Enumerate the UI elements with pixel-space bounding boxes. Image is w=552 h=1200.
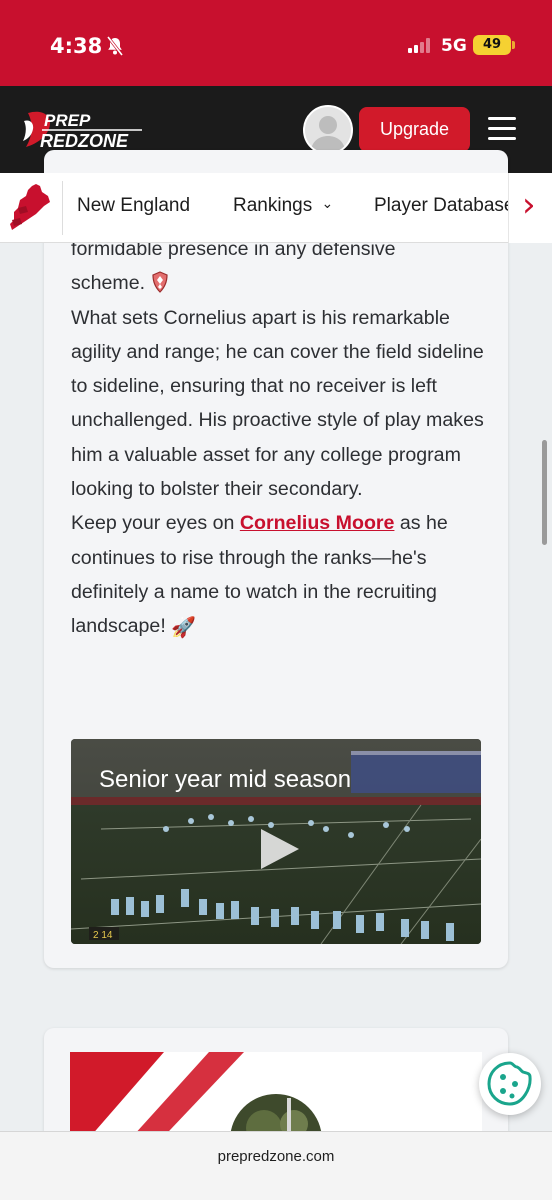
status-bar: 4:38 5G 49 [0, 0, 552, 86]
nav-item-rankings[interactable]: Rankings ⌄ [233, 195, 333, 217]
logo-text-redzone: REDZONE [40, 131, 129, 151]
rocket-emoji-icon: 🚀 [171, 615, 197, 640]
subnav-scroller: New England Rankings ⌄ Player Database [62, 173, 508, 243]
cookie-settings-button[interactable] [479, 1053, 541, 1115]
hamburger-menu-icon[interactable] [488, 117, 516, 141]
prep-redzone-logo[interactable]: PREP REDZONE [20, 107, 146, 153]
nav-item-player-database[interactable]: Player Database [374, 195, 508, 217]
logo-text-prep: PREP [44, 111, 91, 130]
avatar-placeholder-icon [310, 116, 346, 153]
nav-item-rankings-label: Rankings [233, 195, 313, 216]
avatar[interactable] [303, 105, 353, 155]
video-title: Senior year mid season [99, 766, 352, 793]
chevron-down-icon: ⌄ [321, 196, 334, 212]
article-paragraph-closing: Keep your eyes on Cornelius Moore as he … [71, 506, 491, 644]
video-player[interactable]: 2 14 Senior year mid season [71, 739, 481, 944]
battery-tip [512, 41, 515, 49]
status-time: 4:38 [50, 34, 103, 58]
scoreboard-text: 2 14 [93, 930, 113, 941]
cookie-icon [487, 1061, 532, 1106]
player-link-cornelius-moore[interactable]: Cornelius Moore [240, 512, 395, 534]
battery-icon: 49 [473, 35, 511, 55]
article-line-scheme: scheme. [71, 266, 491, 300]
chevron-right-icon: › [522, 185, 536, 225]
page-scrollbar[interactable] [542, 440, 547, 545]
nav-item-new-england[interactable]: New England [77, 195, 190, 217]
region-subnav: New England Rankings ⌄ Player Database › [0, 173, 552, 243]
url-text: prepredzone.com [217, 1148, 335, 1165]
new-england-map-icon[interactable] [6, 182, 58, 234]
article-paragraph-agility: What sets Cornelius apart is his remarka… [71, 306, 484, 501]
upgrade-button[interactable]: Upgrade [359, 107, 470, 152]
bell-mute-icon [106, 36, 124, 56]
article-body: formidable presence in any defensive sch… [71, 232, 491, 645]
network-type: 5G [441, 36, 467, 56]
browser-url-bar[interactable]: prepredzone.com [0, 1131, 552, 1200]
subnav-next-button[interactable]: › [508, 173, 552, 243]
shield-emoji-icon [151, 271, 168, 294]
play-icon[interactable] [257, 827, 301, 871]
